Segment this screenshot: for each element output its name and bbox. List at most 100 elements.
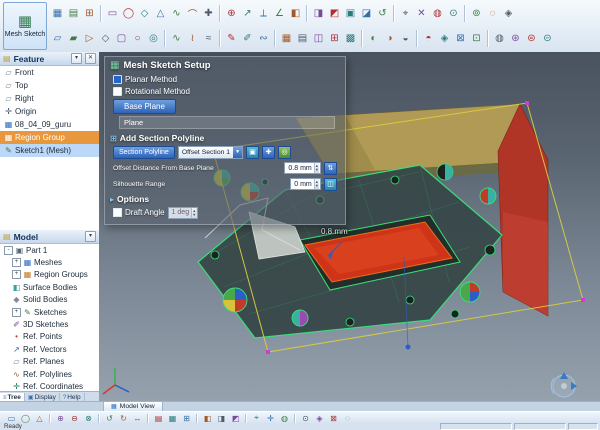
toolbar-icon[interactable]: ○ xyxy=(130,31,145,47)
toolbar-icon[interactable]: △ xyxy=(153,6,168,22)
toolbar-icon[interactable]: ✎ xyxy=(224,31,239,47)
toolbar-icon[interactable]: ⌒ xyxy=(185,6,200,22)
toolbar-icon[interactable]: ⟂ xyxy=(256,6,271,22)
toolbar-icon[interactable]: ⊙ xyxy=(299,413,312,423)
view-compass-icon[interactable] xyxy=(551,372,577,397)
toolbar-icon[interactable]: ⊚ xyxy=(469,6,484,22)
panel-close-button[interactable]: ✕ xyxy=(85,53,96,64)
tree-item[interactable]: ▦08_04_09_guru xyxy=(0,118,99,131)
toolbar-icon[interactable]: ▷ xyxy=(82,31,97,47)
toolbar-icon[interactable]: ◈ xyxy=(437,31,452,47)
toolbar-icon[interactable]: ▤ xyxy=(295,31,310,47)
tree-item[interactable]: +▦Region Groups xyxy=(0,269,99,281)
toolbar-icon[interactable]: ≀ xyxy=(185,31,200,47)
toolbar-icon[interactable]: ∾ xyxy=(256,31,271,47)
toolbar-icon[interactable]: ∿ xyxy=(169,31,184,47)
tree-item[interactable]: ▦Region Group xyxy=(0,131,99,144)
toolbar-icon[interactable]: ⊝ xyxy=(540,31,555,47)
tree-item[interactable]: ✎Sketch1 (Mesh) xyxy=(0,144,99,157)
toolbar-icon[interactable]: ↻ xyxy=(117,413,130,423)
toolbar-icon[interactable]: ◑ xyxy=(382,31,397,47)
section-polyline-select[interactable]: Offset Section 1 ▼ xyxy=(178,146,243,159)
tree-item[interactable]: -▣Part 1 xyxy=(0,244,99,256)
toolbar-icon[interactable]: ▩ xyxy=(343,31,358,47)
toolbar-icon[interactable]: ⊠ xyxy=(453,31,468,47)
toolbar-icon[interactable]: ↺ xyxy=(103,413,116,423)
toolbar-icon[interactable]: ◍ xyxy=(430,6,445,22)
toolbar-icon[interactable]: ◌ xyxy=(485,6,500,22)
toolbar-icon[interactable]: ▰ xyxy=(66,31,81,47)
toolbar-icon[interactable]: ◨ xyxy=(215,413,228,423)
toolbar-icon[interactable]: ↺ xyxy=(375,6,390,22)
toolbar-icon[interactable]: ◯ xyxy=(19,413,32,423)
toolbar-icon[interactable]: ▦ xyxy=(166,413,179,423)
toolbar-icon[interactable]: ◫ xyxy=(311,31,326,47)
toolbar-icon[interactable]: ▤ xyxy=(66,6,81,22)
base-plane-button[interactable]: Base Plane xyxy=(113,99,176,114)
toolbar-icon[interactable]: ⊕ xyxy=(54,413,67,423)
toolbar-icon[interactable]: ◈ xyxy=(313,413,326,423)
toolbar-icon[interactable]: ∠ xyxy=(272,6,287,22)
toolbar-icon[interactable]: ◯ xyxy=(121,6,136,22)
tree-item[interactable]: ✐3D Sketches xyxy=(0,318,99,330)
tree-item[interactable]: ∿Ref. Polylines xyxy=(0,368,99,380)
toolbar-icon[interactable]: ⊜ xyxy=(524,31,539,47)
toolbar-icon[interactable]: ◇ xyxy=(98,31,113,47)
toolbar-icon[interactable]: ⊞ xyxy=(180,413,193,423)
offset-distance-input[interactable]: 0.8 mm ▴▾ xyxy=(284,162,321,174)
toolbar-icon[interactable]: ≈ xyxy=(201,31,216,47)
toolbar-icon[interactable]: ◓ xyxy=(421,31,436,47)
toolbar-icon[interactable]: ◧ xyxy=(288,6,303,22)
spinner-icon[interactable]: ▴▾ xyxy=(314,179,319,189)
toolbar-icon[interactable]: ◪ xyxy=(359,6,374,22)
silhouette-pick-icon[interactable]: ◫ xyxy=(324,178,337,191)
tree-item[interactable]: ◆Solid Bodies xyxy=(0,294,99,306)
preview-section-icon[interactable]: ◎ xyxy=(278,146,291,159)
toolbar-icon[interactable]: ◇ xyxy=(137,6,152,22)
toolbar-icon[interactable]: ⌖ xyxy=(398,6,413,22)
tree-item[interactable]: •Ref. Points xyxy=(0,331,99,343)
spinner-icon[interactable]: ▴▾ xyxy=(314,163,319,173)
toolbar-icon[interactable]: ↗ xyxy=(240,6,255,22)
toolbar-icon[interactable]: ◧ xyxy=(201,413,214,423)
toolbar-icon[interactable]: ▤ xyxy=(152,413,165,423)
silhouette-range-input[interactable]: 0 mm ▴▾ xyxy=(290,178,321,190)
panel-collapse-button[interactable]: ▾ xyxy=(71,53,82,64)
toolbar-icon[interactable]: ◩ xyxy=(327,6,342,22)
toolbar-icon[interactable]: ⊠ xyxy=(327,413,340,423)
mesh-sketch-button[interactable]: ▦ Mesh Sketch xyxy=(3,2,47,50)
toolbar-icon[interactable]: ◌ xyxy=(341,413,354,423)
add-section-button-icon[interactable]: ✚ xyxy=(262,146,275,159)
tree-item[interactable]: ◧Surface Bodies xyxy=(0,281,99,293)
planar-method-radio[interactable] xyxy=(113,75,122,84)
toolbar-icon[interactable]: ⊞ xyxy=(82,6,97,22)
tree-expander-icon[interactable]: - xyxy=(4,246,13,255)
tree-item[interactable]: ▱Ref. Planes xyxy=(0,356,99,368)
toolbar-icon[interactable]: ◍ xyxy=(278,413,291,423)
toolbar-icon[interactable]: ▢ xyxy=(114,31,129,47)
flip-direction-icon[interactable]: ⇅ xyxy=(324,162,337,175)
pick-section-icon[interactable]: ▣ xyxy=(246,146,259,159)
toolbar-icon[interactable]: ⊗ xyxy=(82,413,95,423)
rotational-method-radio[interactable] xyxy=(113,87,122,96)
tree-expander-icon[interactable]: + xyxy=(12,308,21,317)
section-polyline-button[interactable]: Section Polyline xyxy=(113,146,175,159)
toolbar-icon[interactable]: ✛ xyxy=(264,413,277,423)
panel-collapse-button[interactable]: ▾ xyxy=(85,231,96,242)
tree-item[interactable]: ↗Ref. Vectors xyxy=(0,343,99,355)
toolbar-icon[interactable]: ▦ xyxy=(50,6,65,22)
tree-item[interactable]: ▱Top xyxy=(0,79,99,92)
tree-item[interactable]: ▱Front xyxy=(0,66,99,79)
toolbar-icon[interactable]: ▦ xyxy=(279,31,294,47)
draft-angle-checkbox[interactable] xyxy=(113,208,122,217)
toolbar-icon[interactable]: ▭ xyxy=(5,413,18,423)
toolbar-icon[interactable]: ⊞ xyxy=(327,31,342,47)
toolbar-icon[interactable]: ↔ xyxy=(131,413,144,423)
tree-expander-icon[interactable]: + xyxy=(12,270,21,279)
tree-item[interactable]: ▱Right xyxy=(0,92,99,105)
tree-item[interactable]: +▦Meshes xyxy=(0,256,99,268)
toolbar-icon[interactable]: ◐ xyxy=(366,31,381,47)
toolbar-icon[interactable]: ◈ xyxy=(501,6,516,22)
toolbar-icon[interactable]: ▭ xyxy=(105,6,120,22)
toolbar-icon[interactable]: ⌖ xyxy=(250,413,263,423)
